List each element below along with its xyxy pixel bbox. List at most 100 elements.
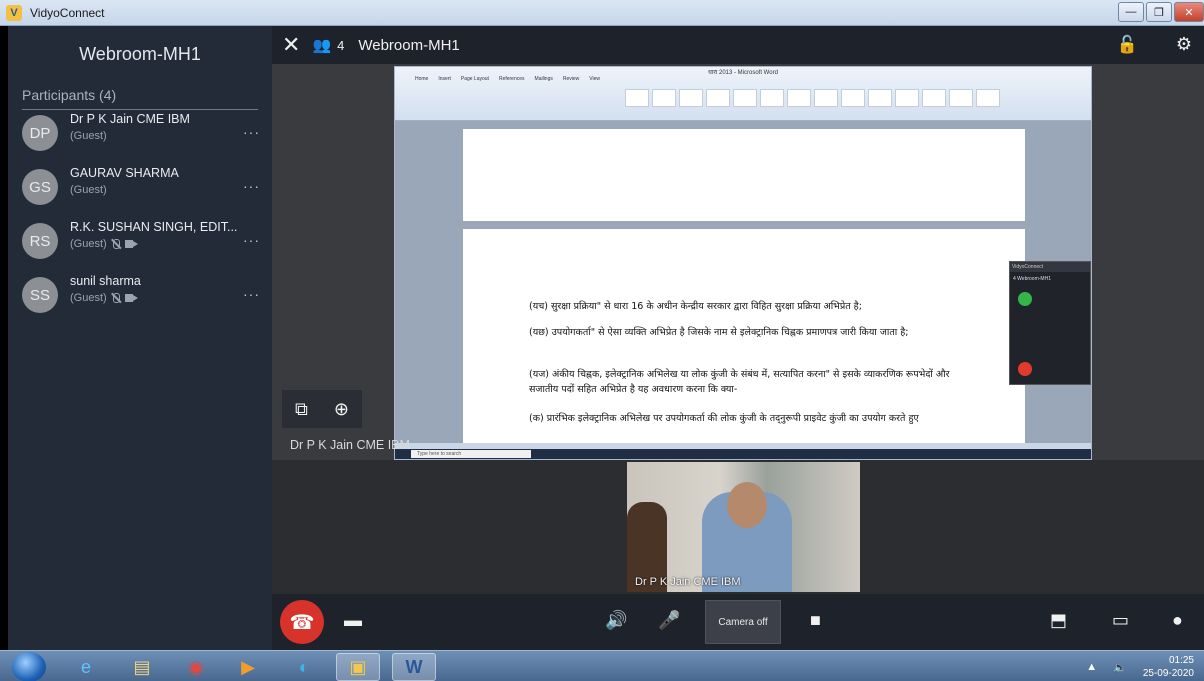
mic-muted-icon <box>110 292 122 304</box>
room-lock-icon[interactable]: 🔓 <box>1117 35 1138 55</box>
document-paragraph: (यज) अंकीय चिह्नक, इलेक्ट्रानिक अभिलेख य… <box>529 369 950 395</box>
document-paragraph: (यच) सुरक्षा प्रक्रिया" से धारा 16 के अध… <box>529 301 862 312</box>
room-title: Webroom-MH1 <box>358 36 460 54</box>
style-swatch <box>706 89 730 107</box>
camera-off-button[interactable]: Camera off <box>705 600 781 644</box>
minimize-button[interactable]: — <box>1118 2 1144 22</box>
call-controls: ☎ ▬ 🔊 🎤 Camera off ■ ⬒ ▭ ● <box>272 594 1204 650</box>
mini-room-label: 4 Webroom-MH1 <box>1013 276 1051 282</box>
speaker-icon[interactable]: 🔊 <box>605 610 627 631</box>
taskbar-vidyo-icon[interactable]: ▣ <box>336 653 380 681</box>
volume-icon[interactable]: 🔈 <box>1113 661 1127 674</box>
mini-app-title: VidyoConnect <box>1010 262 1090 272</box>
style-swatch <box>625 89 649 107</box>
start-button-icon[interactable] <box>12 652 46 681</box>
style-swatch <box>787 89 811 107</box>
avatar: DP <box>22 115 58 151</box>
document-page <box>463 129 1025 221</box>
style-swatch <box>679 89 703 107</box>
window-buttons: — ❐ ✕ <box>1118 2 1204 22</box>
taskbar-chrome-icon[interactable]: ◉ <box>174 653 218 681</box>
document-paragraph: (क) प्रारंभिक इलेक्ट्रानिक अभिलेख पर उपय… <box>529 413 919 424</box>
share-screen-icon[interactable]: ⬒ <box>1050 610 1067 631</box>
taskbar-word-icon[interactable]: W <box>392 653 436 681</box>
more-options-icon[interactable]: ··· <box>243 124 260 140</box>
mini-vidyo-window: VidyoConnect 4 Webroom-MH1 <box>1009 261 1091 385</box>
more-options-icon[interactable]: ··· <box>243 286 260 302</box>
participant-item[interactable]: SS sunil sharma (Guest) ··· <box>8 274 272 326</box>
document-paragraph: (यछ) उपयोगकर्ता" से ऐसा व्यक्ति अभिप्रेत… <box>529 327 909 338</box>
self-view-label: Dr P K Jain CME IBM <box>635 576 741 588</box>
shared-taskbar: Type here to search <box>395 449 1091 459</box>
taskbar-media-icon[interactable]: ▶ <box>226 653 270 681</box>
participant-name: sunil sharma <box>70 274 141 288</box>
screen-monitor-icon[interactable]: ▭ <box>1112 610 1129 631</box>
participant-name: R.K. SUSHAN SINGH, EDIT... <box>70 220 238 234</box>
hangup-button[interactable]: ☎ <box>280 600 324 644</box>
ribbon-tab: Review <box>562 76 580 82</box>
camera-off-icon <box>124 293 138 303</box>
participant-name: GAURAV SHARMA <box>70 166 179 180</box>
self-view-row: Dr P K Jain CME IBM <box>272 460 1204 594</box>
settings-gear-icon[interactable]: ⚙ <box>1176 34 1192 55</box>
taskbar-ie-icon[interactable]: e <box>64 653 108 681</box>
layout-icon[interactable]: ▬ <box>344 610 362 631</box>
participant-name: Dr P K Jain CME IBM <box>70 112 190 126</box>
participant-role: (Guest) <box>70 292 107 304</box>
ribbon-tab: View <box>589 76 601 82</box>
taskbar-explorer-icon[interactable]: ▤ <box>120 653 164 681</box>
taskbar-edge-icon[interactable]: ◐ <box>282 653 326 681</box>
taskbar-clock[interactable]: 01:25 25-09-2020 <box>1143 654 1194 680</box>
clock-time: 01:25 <box>1168 655 1194 666</box>
word-title: धारा 2013 - Microsoft Word <box>708 70 778 76</box>
window-titlebar: V VidyoConnect — ❐ ✕ <box>0 0 1204 26</box>
windows-taskbar: e ▤ ◉ ▶ ◐ ▣ W ▲ 🔈 01:25 25-09-2020 <box>0 650 1204 681</box>
ribbon-tab: References <box>498 76 525 82</box>
style-swatch <box>841 89 865 107</box>
more-options-icon[interactable]: ··· <box>243 178 260 194</box>
ribbon-tab: Home <box>415 76 429 82</box>
participants-icon[interactable]: 👥 <box>312 36 331 54</box>
participant-item[interactable]: RS R.K. SUSHAN SINGH, EDIT... (Guest) ··… <box>8 220 272 272</box>
ribbon-tabs: Home Insert Page Layout References Maili… <box>415 76 600 82</box>
microphone-icon[interactable]: 🎤 <box>658 610 680 631</box>
participant-item[interactable]: GS GAURAV SHARMA (Guest) ··· <box>8 166 272 218</box>
presenter-label: Dr P K Jain CME IBM <box>290 438 410 452</box>
more-options-icon[interactable]: ··· <box>243 232 260 248</box>
style-swatch <box>760 89 784 107</box>
word-ribbon: धारा 2013 - Microsoft Word Home Insert P… <box>395 67 1091 121</box>
style-swatch <box>976 89 1000 107</box>
clock-date: 25-09-2020 <box>1142 668 1194 679</box>
vidyo-app-icon: V <box>6 4 22 21</box>
style-swatch <box>868 89 892 107</box>
video-person-head <box>727 482 767 528</box>
share-popout-icon[interactable]: ⧉ <box>295 399 308 420</box>
ribbon-tab: Insert <box>438 76 451 82</box>
style-swatch <box>895 89 919 107</box>
mic-muted-icon <box>110 238 122 250</box>
camera-icon[interactable]: ■ <box>810 610 821 631</box>
style-swatch <box>922 89 946 107</box>
camera-off-icon <box>124 239 138 249</box>
restore-button[interactable]: ❐ <box>1146 2 1172 22</box>
participant-role: (Guest) <box>70 130 107 142</box>
window-title: VidyoConnect <box>30 5 105 20</box>
chat-icon[interactable]: ● <box>1172 610 1183 631</box>
shared-search-box: Type here to search <box>411 450 531 458</box>
avatar: GS <box>22 169 58 205</box>
style-swatch <box>652 89 676 107</box>
close-window-button[interactable]: ✕ <box>1174 2 1204 22</box>
participant-role: (Guest) <box>70 238 107 250</box>
close-sidebar-icon[interactable]: ✕ <box>282 34 300 56</box>
ribbon-tab: Page Layout <box>460 76 489 82</box>
call-topbar: ✕ 👥 4 Webroom-MH1 🔓 ⚙ <box>272 26 1204 64</box>
participants-header: Participants (4) <box>22 87 258 110</box>
document-area: (यच) सुरक्षा प्रक्रिया" से धारा 16 के अध… <box>395 121 1091 443</box>
mini-call-icon <box>1018 292 1032 306</box>
zoom-in-icon[interactable]: ⊕ <box>334 399 349 420</box>
tray-arrow-icon[interactable]: ▲ <box>1086 661 1097 673</box>
participant-item[interactable]: DP Dr P K Jain CME IBM (Guest) ··· <box>8 112 272 164</box>
shared-content-stage: धारा 2013 - Microsoft Word Home Insert P… <box>272 64 1204 460</box>
share-controls: ⧉ ⊕ <box>282 390 362 428</box>
mini-hangup-icon <box>1018 362 1032 376</box>
